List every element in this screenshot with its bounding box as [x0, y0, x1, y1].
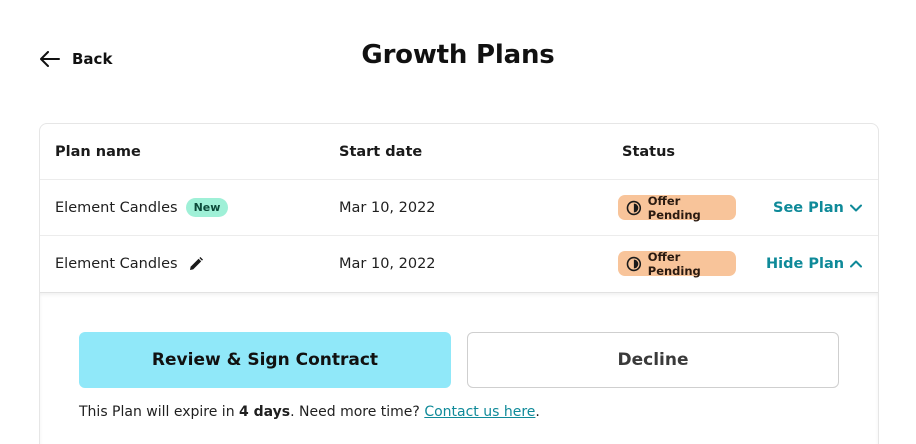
plan-detail-panel: Review & Sign Contract Decline This Plan…	[40, 292, 878, 444]
expiry-prefix: This Plan will expire in	[79, 404, 240, 420]
pending-clock-icon	[626, 200, 642, 215]
table-row: Element Candles Mar 10, 2022 Offer Pendi…	[40, 236, 878, 292]
plan-name-cell: Element Candles New	[55, 180, 229, 235]
plan-name-cell: Element Candles	[55, 236, 204, 291]
hide-plan-button[interactable]: Hide Plan	[766, 236, 863, 291]
plan-name: Element Candles	[55, 199, 178, 216]
page-title: Growth Plans	[361, 40, 555, 70]
review-sign-contract-button[interactable]: Review & Sign Contract	[79, 332, 451, 388]
start-date: Mar 10, 2022	[339, 199, 436, 216]
table-row: Element Candles New Mar 10, 2022 Offer P…	[40, 180, 878, 236]
hide-plan-label: Hide Plan	[766, 255, 845, 272]
pending-clock-icon	[626, 256, 642, 271]
start-date: Mar 10, 2022	[339, 255, 436, 272]
decline-button[interactable]: Decline	[467, 332, 839, 388]
pencil-icon[interactable]	[188, 256, 204, 272]
new-badge: New	[185, 198, 229, 217]
status-badge: Offer Pending	[618, 193, 736, 222]
chevron-down-icon	[849, 204, 862, 211]
status-badge: Offer Pending	[618, 249, 736, 278]
expiry-middle: . Need more time?	[290, 404, 425, 420]
table-header: Plan name Start date Status	[40, 124, 878, 180]
plan-name: Element Candles	[55, 255, 178, 272]
status-label: Offer Pending	[647, 249, 701, 278]
expiry-suffix: .	[535, 404, 540, 420]
expiry-notice: This Plan will expire in 4 days. Need mo…	[79, 404, 540, 420]
column-header-plan-name: Plan name	[55, 143, 141, 160]
status-label: Offer Pending	[647, 193, 701, 222]
chevron-up-icon	[850, 260, 863, 267]
column-header-status: Status	[622, 143, 676, 160]
see-plan-button[interactable]: See Plan	[773, 180, 862, 235]
plans-table: Plan name Start date Status Element Cand…	[39, 123, 879, 444]
expiry-days: 4 days	[239, 404, 291, 420]
column-header-start-date: Start date	[339, 143, 423, 160]
see-plan-label: See Plan	[773, 199, 844, 216]
contact-us-link[interactable]: Contact us here	[424, 404, 535, 420]
